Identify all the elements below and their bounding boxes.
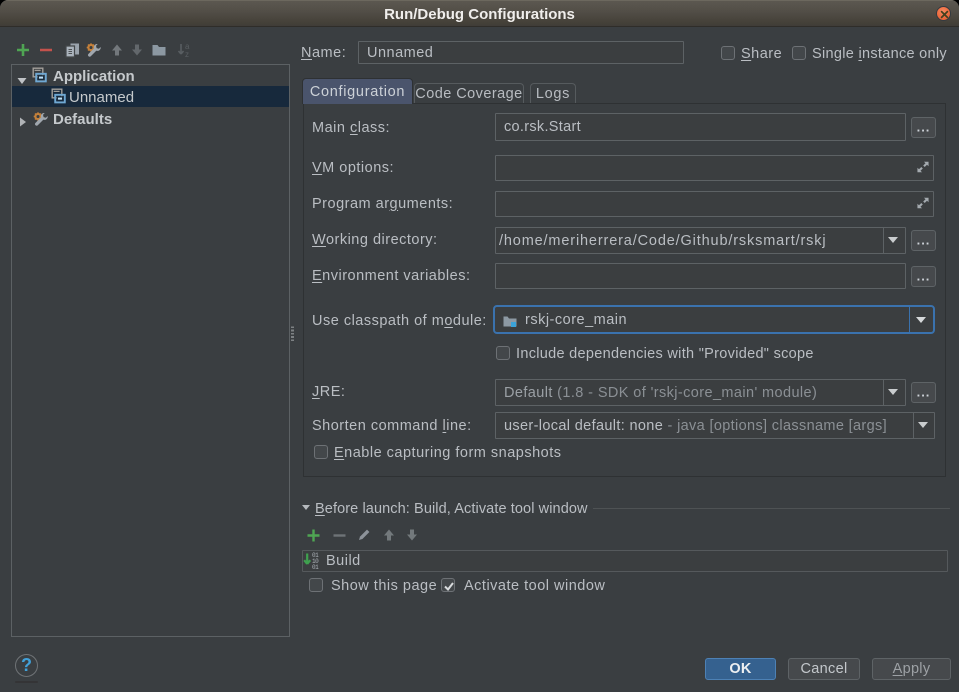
- svg-text:01: 01: [312, 564, 319, 569]
- svg-text:z: z: [185, 50, 189, 58]
